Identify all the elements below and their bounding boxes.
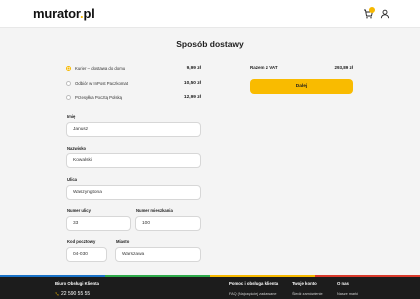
city-field[interactable]: Warszawa: [115, 247, 201, 262]
total-value: 293,89 zł: [334, 65, 353, 70]
footer-account-title: Twoje konto: [292, 281, 317, 286]
shipping-option-price: 10,50 zł: [183, 80, 201, 86]
total-label: Razem z VAT: [250, 65, 278, 70]
footer-color-stripe: [0, 275, 420, 277]
last-name-field[interactable]: Kowalski: [66, 153, 201, 168]
radio-unselected[interactable]: [66, 80, 71, 86]
footer-account-link[interactable]: Śledź zamówienie: [292, 292, 323, 296]
user-icon[interactable]: [380, 9, 390, 19]
apartment-number-label: Numer mieszkania: [136, 208, 173, 213]
next-button[interactable]: Dalej: [250, 79, 353, 94]
logo-text: murator: [33, 6, 81, 21]
radio-selected[interactable]: [66, 65, 71, 71]
shipping-option-inpost[interactable]: Odbiór w InPost Paczkomat 10,50 zł: [66, 78, 201, 88]
street-label: Ulica: [67, 177, 78, 182]
shipping-option-poczta[interactable]: Przesyłka Pocztą Polską 12,99 zł: [66, 92, 201, 102]
street-field[interactable]: Waszyngtona: [66, 185, 201, 200]
shipping-option-label: Odbiór w InPost Paczkomat: [75, 80, 129, 86]
logo[interactable]: murator.pl: [33, 6, 95, 21]
last-name-label: Nazwisko: [67, 146, 87, 151]
shipping-option-courier[interactable]: Kurier – dostawa do domu 9,99 zł: [66, 63, 201, 73]
apartment-number-field[interactable]: 100: [135, 216, 201, 231]
site-header: murator.pl: [0, 0, 420, 28]
footer-help-title: Pomoc i obsługa klienta: [229, 281, 279, 286]
footer-about-link[interactable]: Nasze marki: [337, 292, 358, 296]
page-title: Sposób dostawy: [176, 39, 244, 49]
shipping-option-label: Kurier – dostawa do domu: [75, 65, 126, 71]
radio-unselected[interactable]: [66, 94, 71, 100]
postal-code-label: Kod pocztowy: [67, 239, 96, 244]
footer-about-title: O nas: [337, 281, 349, 286]
shipping-option-price: 9,99 zł: [186, 65, 201, 71]
street-number-field[interactable]: 33: [66, 216, 131, 231]
city-label: Miasto: [116, 239, 130, 244]
street-number-label: Numer ulicy: [67, 208, 91, 213]
footer-customer-service-title: Biuro Obsługi Klienta: [55, 281, 99, 286]
phone-icon: [55, 292, 59, 296]
shipping-option-label: Przesyłka Pocztą Polską: [75, 94, 123, 100]
footer-phone-number[interactable]: 22 590 55 55: [61, 291, 90, 297]
postal-code-field[interactable]: 04-030: [66, 247, 107, 262]
first-name-label: Imię: [67, 114, 76, 119]
cart-badge: [369, 7, 375, 13]
first-name-field[interactable]: Janusz: [66, 122, 201, 137]
logo-tld: pl: [83, 6, 95, 21]
shipping-option-price: 12,99 zł: [183, 94, 201, 100]
footer-help-link[interactable]: FAQ (Najczęściej zadawane: [229, 292, 276, 296]
